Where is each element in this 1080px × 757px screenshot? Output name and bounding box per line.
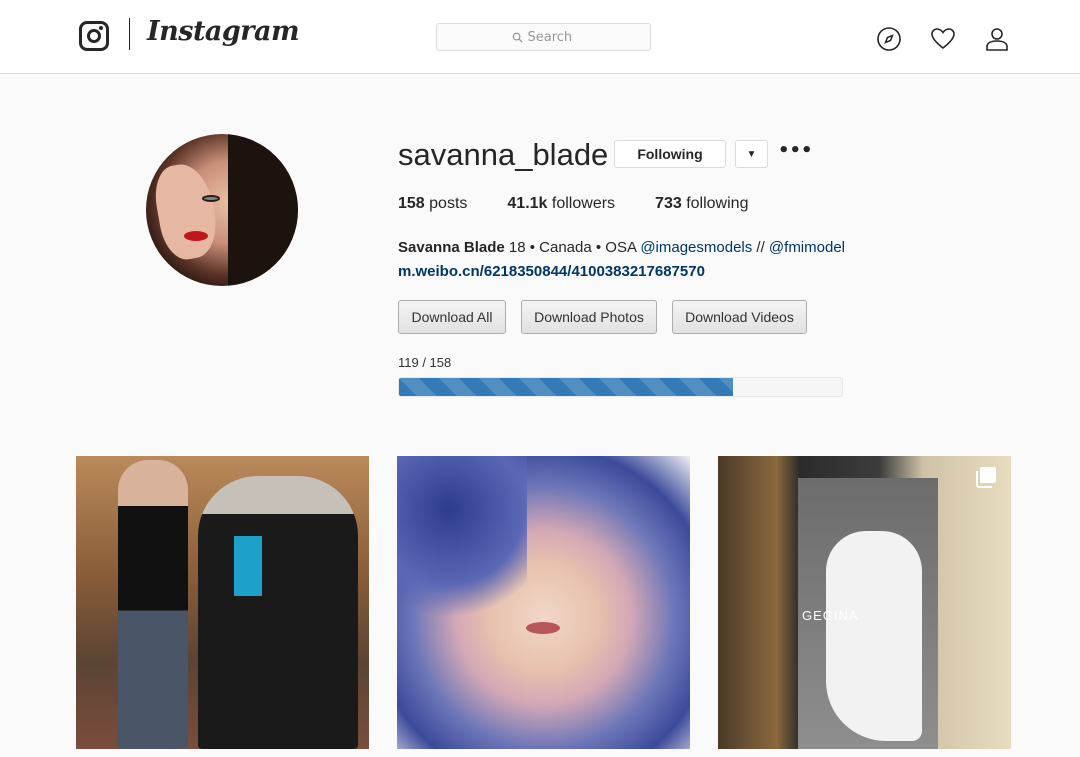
- download-videos-button[interactable]: Download Videos: [672, 300, 807, 334]
- bio-full-name: Savanna Blade: [398, 239, 505, 256]
- bio-mention-imagesmodels[interactable]: @imagesmodels: [640, 239, 752, 256]
- search-box[interactable]: [436, 23, 651, 51]
- download-photos-button[interactable]: Download Photos: [521, 300, 657, 334]
- post-figure: [198, 476, 358, 749]
- activity-heart-icon[interactable]: [930, 26, 956, 52]
- post-figure-detail: [234, 536, 262, 596]
- post-thumbnail[interactable]: GEGINA: [718, 456, 1011, 749]
- explore-compass-icon[interactable]: [876, 26, 902, 52]
- download-progress-fill: [399, 378, 733, 396]
- search-icon: [512, 32, 523, 43]
- followers-count: 41.1k: [507, 195, 548, 212]
- avatar-lips: [184, 231, 208, 241]
- avatar-hand: [150, 159, 222, 264]
- stat-followers[interactable]: 41.1k followers: [507, 195, 615, 213]
- post-thumbnail[interactable]: [397, 456, 690, 749]
- post-figure: [118, 460, 188, 749]
- following-count: 733: [655, 195, 682, 212]
- top-navigation-bar: Instagram: [0, 0, 1080, 74]
- following-button[interactable]: Following: [614, 140, 726, 168]
- logo-lens: [87, 29, 101, 43]
- profile-username: savanna_blade: [398, 137, 609, 172]
- instagram-wordmark[interactable]: Instagram: [147, 16, 300, 47]
- more-options-icon[interactable]: •••: [778, 142, 813, 164]
- avatar-hair: [228, 134, 298, 286]
- search-input[interactable]: [527, 29, 576, 45]
- bio-text: 18 • Canada • OSA: [504, 239, 641, 256]
- download-progress-label: 119 / 158: [398, 355, 452, 370]
- posts-label: posts: [429, 195, 468, 212]
- post-brand-text: GEGINA: [802, 608, 859, 623]
- post-painting-detail: [526, 622, 560, 634]
- bio-external-link[interactable]: m.weibo.cn/6218350844/4100383217687570: [398, 260, 845, 284]
- bio-mention-fmimodel[interactable]: @fmimodel: [769, 239, 845, 256]
- suggestions-dropdown-button[interactable]: ▼: [735, 140, 768, 168]
- multiple-photos-icon: [976, 467, 996, 488]
- bio-separator: //: [752, 239, 769, 256]
- logo-dot: [99, 26, 103, 30]
- posts-count: 158: [398, 195, 425, 212]
- download-progress-bar: [398, 377, 843, 397]
- logo-divider: [129, 18, 130, 50]
- profile-stats: 158 posts 41.1k followers 733 following: [398, 195, 788, 213]
- profile-person-icon[interactable]: [984, 26, 1010, 52]
- post-figure: [826, 531, 922, 741]
- post-watercolor-wash: [397, 456, 527, 636]
- instagram-logo-icon[interactable]: [79, 21, 109, 51]
- followers-label: followers: [551, 195, 616, 212]
- download-all-button[interactable]: Download All: [398, 300, 506, 334]
- stat-posts: 158 posts: [398, 195, 467, 213]
- following-label: following: [686, 195, 749, 212]
- post-thumbnail[interactable]: [76, 456, 369, 749]
- profile-bio: Savanna Blade 18 • Canada • OSA @imagesm…: [398, 236, 845, 284]
- stat-following[interactable]: 733 following: [655, 195, 748, 213]
- avatar-eye: [202, 195, 220, 202]
- profile-avatar[interactable]: [146, 134, 298, 286]
